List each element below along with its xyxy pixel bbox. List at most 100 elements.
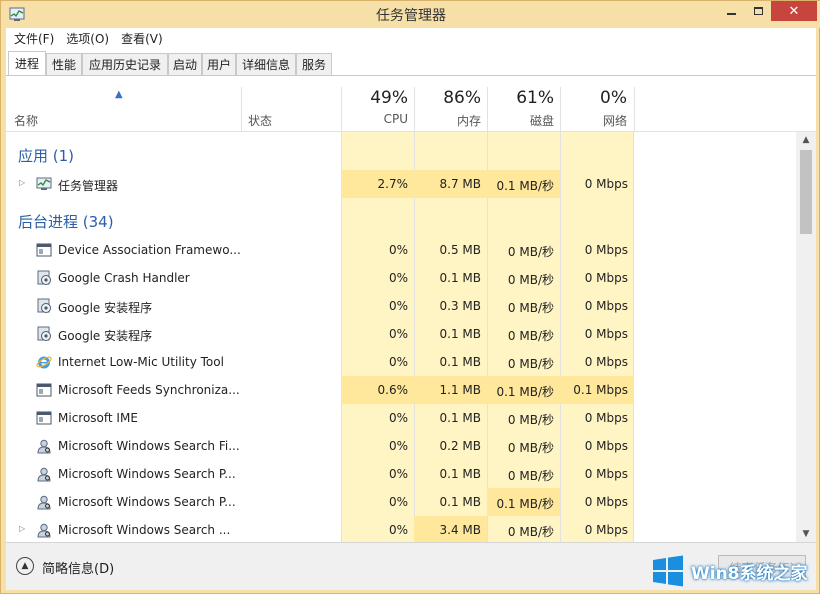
memory-value: 0.1 MB [439, 327, 481, 341]
tab-users[interactable]: 用户 [202, 53, 236, 75]
cpu-value: 0% [388, 355, 408, 369]
menu-file[interactable]: 文件(F) [8, 30, 60, 47]
header-separator [241, 87, 242, 131]
menu-options[interactable]: 选项(O) [60, 30, 115, 47]
close-button[interactable]: ✕ [771, 1, 817, 21]
watermark-text: Win8系统之家 [691, 563, 808, 584]
column-header-name[interactable]: 名称 [14, 112, 38, 129]
fewer-details-link[interactable]: 简略信息(D) [42, 558, 114, 577]
maximize-button[interactable] [745, 1, 771, 21]
network-value: 0 Mbps [584, 523, 628, 537]
process-row[interactable]: Google 安装程序 0% 0.3 MB 0 MB/秒 0 Mbps [6, 292, 634, 320]
column-header-network[interactable]: 网络 [565, 112, 627, 129]
disk-value: 0.1 MB/秒 [496, 179, 554, 193]
cpu-value: 0% [388, 439, 408, 453]
disk-value: 0 MB/秒 [507, 469, 554, 483]
scroll-up-icon[interactable]: ▲ [796, 132, 816, 148]
installer-icon [36, 326, 52, 342]
tab-processes[interactable]: 进程 [8, 51, 46, 75]
search-user-icon [36, 494, 52, 510]
memory-value: 0.1 MB [439, 467, 481, 481]
tab-startup[interactable]: 启动 [168, 53, 202, 75]
memory-value: 0.5 MB [439, 243, 481, 257]
header-separator [560, 87, 561, 131]
disk-value: 0 MB/秒 [507, 441, 554, 455]
process-row[interactable]: Microsoft Windows Search Fi... 0% 0.2 MB 0 … [6, 432, 634, 460]
installer-icon [36, 270, 52, 286]
column-header-memory[interactable]: 内存 [419, 112, 481, 129]
cpu-value: 0% [388, 495, 408, 509]
process-row[interactable]: Internet Low-Mic Utility Tool 0% 0.1 MB 0 M… [6, 348, 634, 376]
cpu-value: 2.7% [377, 177, 409, 191]
column-header-cpu[interactable]: CPU [346, 112, 408, 126]
menu-view[interactable]: 查看(V) [115, 30, 169, 47]
group-header-apps[interactable]: 应用 (1) [18, 145, 74, 166]
disk-value: 0 MB/秒 [507, 273, 554, 287]
network-value: 0 Mbps [584, 271, 628, 285]
group-header-background[interactable]: 后台进程 (34) [18, 211, 114, 232]
column-header-disk[interactable]: 磁盘 [492, 112, 554, 129]
window-icon [36, 382, 52, 398]
network-value: 0 Mbps [584, 243, 628, 257]
process-row[interactable]: Microsoft Windows Search P... 0% 0.1 MB 0.1… [6, 488, 634, 516]
process-list: ▲ 名称 状态 49% CPU 86% 内存 61% 磁盘 0% 网络 应用 (… [6, 76, 816, 542]
menu-bar: 文件(F) 选项(O) 查看(V) [6, 28, 816, 49]
column-header-status[interactable]: 状态 [248, 112, 272, 129]
process-row[interactable]: Microsoft Windows Search P... 0% 0.1 MB 0 M… [6, 460, 634, 488]
installer-icon [36, 298, 52, 314]
cpu-value: 0% [388, 523, 408, 537]
disk-value: 0 MB/秒 [507, 357, 554, 371]
process-row[interactable]: Google 安装程序 0% 0.1 MB 0 MB/秒 0 Mbps [6, 320, 634, 348]
header-divider [6, 131, 816, 132]
memory-value: 3.4 MB [439, 523, 481, 537]
search-user-icon [36, 438, 52, 454]
cpu-value: 0.6% [377, 383, 409, 397]
cpu-total-percent[interactable]: 49% [346, 88, 408, 108]
process-row[interactable]: Device Association Framewo... 0% 0.5 MB 0 M… [6, 236, 634, 264]
process-name: Device Association Framewo... [58, 243, 241, 257]
tab-services[interactable]: 服务 [296, 53, 332, 75]
network-value: 0 Mbps [584, 327, 628, 341]
process-row[interactable]: ▷ 任务管理器 2.7% 8.7 MB 0.1 MB/秒 0 Mbps [6, 170, 634, 198]
process-row[interactable]: Google Crash Handler 0% 0.1 MB 0 MB/秒 0 Mbps [6, 264, 634, 292]
header-separator [341, 87, 342, 131]
title-bar: 任务管理器 ✕ [1, 1, 820, 28]
disk-value: 0 MB/秒 [507, 245, 554, 259]
network-value: 0 Mbps [584, 467, 628, 481]
disk-total-percent[interactable]: 61% [492, 88, 554, 108]
disk-value: 0 MB/秒 [507, 329, 554, 343]
collapse-up-icon[interactable]: ▲ [16, 557, 34, 575]
vertical-scrollbar[interactable]: ▲ ▼ [796, 132, 816, 542]
process-name: Microsoft Feeds Synchroniza... [58, 383, 240, 397]
memory-value: 0.3 MB [439, 299, 481, 313]
network-value: 0 Mbps [584, 495, 628, 509]
expand-arrow-icon[interactable]: ▷ [19, 178, 25, 187]
process-name: Google Crash Handler [58, 271, 190, 285]
scroll-down-icon[interactable]: ▼ [796, 526, 816, 542]
process-row[interactable]: Microsoft IME 0% 0.1 MB 0 MB/秒 0 Mbps [6, 404, 634, 432]
network-value: 0 Mbps [584, 299, 628, 313]
disk-value: 0 MB/秒 [507, 301, 554, 315]
process-name: Microsoft Windows Search ... [58, 523, 231, 537]
network-value: 0 Mbps [584, 439, 628, 453]
header-separator [414, 87, 415, 131]
tab-performance[interactable]: 性能 [46, 53, 82, 75]
minimize-button[interactable] [717, 1, 745, 21]
memory-value: 8.7 MB [439, 177, 481, 191]
cpu-value: 0% [388, 327, 408, 341]
process-row[interactable]: ▷ Microsoft Windows Search ... 0% 3.4 MB 0 M… [6, 516, 634, 542]
scrollbar-thumb[interactable] [800, 150, 812, 234]
search-user-icon [36, 522, 52, 538]
task-manager-icon [36, 176, 52, 192]
memory-value: 0.2 MB [439, 439, 481, 453]
process-name: Internet Low-Mic Utility Tool [58, 355, 224, 369]
tab-app-history[interactable]: 应用历史记录 [82, 53, 168, 75]
tab-bar: 进程 性能 应用历史记录 启动 用户 详细信息 服务 [6, 49, 816, 76]
network-total-percent[interactable]: 0% [565, 88, 627, 108]
disk-value: 0.1 MB/秒 [496, 385, 554, 399]
expand-arrow-icon[interactable]: ▷ [19, 524, 25, 533]
tab-details[interactable]: 详细信息 [236, 53, 296, 75]
process-row[interactable]: Microsoft Feeds Synchroniza... 0.6% 1.1 MB… [6, 376, 634, 404]
memory-total-percent[interactable]: 86% [419, 88, 481, 108]
disk-value: 0.1 MB/秒 [496, 497, 554, 511]
